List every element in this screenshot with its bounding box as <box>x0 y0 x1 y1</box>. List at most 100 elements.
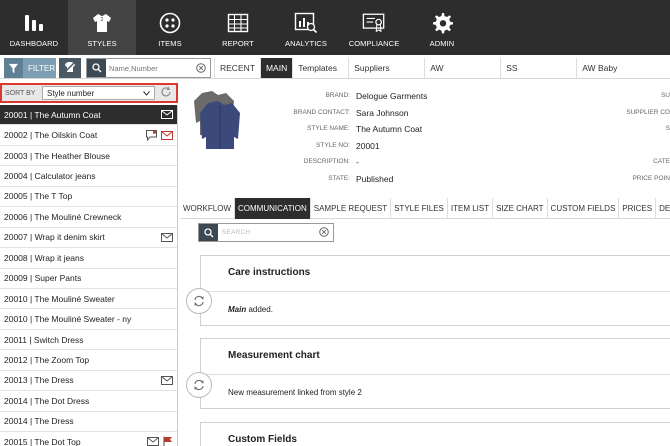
style-list-item[interactable]: 20011 | Switch Dress <box>0 330 177 351</box>
card-body: New measurement linked from style 2 <box>201 375 670 397</box>
tab-aw-baby[interactable]: AW Baby <box>576 58 622 78</box>
flag-icon[interactable] <box>163 436 173 446</box>
tab-recent[interactable]: RECENT <box>214 58 260 78</box>
style-status-icons <box>146 129 173 141</box>
field-row: DESCRIPTION: - <box>180 157 480 167</box>
card-title: Care instructions <box>201 256 670 292</box>
gear-icon <box>430 12 454 34</box>
field-value: 20001 <box>356 141 380 151</box>
refresh-icon[interactable] <box>160 86 172 100</box>
envelope-icon[interactable] <box>147 437 159 446</box>
nav-analytics[interactable]: ANALYTICS <box>272 0 340 55</box>
nav-items[interactable]: ITEMS <box>136 0 204 55</box>
style-list-item-label: 20005 | The T Top <box>4 191 73 202</box>
tab-size-chart[interactable]: SIZE CHART <box>493 198 548 219</box>
tab-style-files[interactable]: STYLE FILES <box>391 198 448 219</box>
card-body: Main added. <box>201 292 670 314</box>
funnel-icon <box>4 58 23 78</box>
shirt-icon: 2 <box>90 12 114 34</box>
style-status-icons <box>147 436 173 446</box>
nav-label: ANALYTICS <box>284 39 328 48</box>
nav-label: ITEMS <box>158 39 182 48</box>
field-label: STYLE NO: <box>316 142 350 149</box>
tab-desc[interactable]: DESC <box>656 198 670 219</box>
communication-search-input[interactable]: SEARCH <box>222 229 250 236</box>
clear-icon[interactable] <box>196 63 206 75</box>
field-value: Published <box>356 174 394 184</box>
sync-icon[interactable] <box>186 372 212 398</box>
style-list-item[interactable]: 20002 | The Oilskin Coat <box>0 125 177 146</box>
search-input[interactable] <box>106 63 192 73</box>
toolbar: FILTER RECENTMAINTemplatesSuppliersAWSSA… <box>0 58 670 79</box>
sort-select[interactable]: Style number <box>42 86 155 100</box>
card-body-text: New measurement linked from style 2 <box>228 388 362 397</box>
measurement-chart-card: Measurement chart New measurement linked… <box>200 338 670 409</box>
style-list-item-label: 20009 | Super Pants <box>4 273 82 284</box>
filter-button[interactable]: FILTER <box>4 58 56 78</box>
field-label: STYLE NAME: <box>307 125 350 132</box>
style-list-item[interactable]: 20014 | The Dress <box>0 412 177 432</box>
style-filter-button[interactable] <box>59 58 81 78</box>
nav-dashboard[interactable]: DASHBOARD <box>0 0 68 55</box>
nav-styles[interactable]: 2 STYLES <box>68 0 136 55</box>
envelope-icon[interactable] <box>161 375 173 385</box>
style-list-item[interactable]: 20015 | The Dot Top <box>0 432 177 446</box>
style-list-item[interactable]: 20009 | Super Pants <box>0 269 177 289</box>
tab-custom-fields[interactable]: CUSTOM FIELDS <box>548 198 620 219</box>
clear-icon[interactable] <box>319 227 329 239</box>
field-label: SU <box>660 92 670 99</box>
style-list-item-label: 20014 | The Dress <box>4 416 74 427</box>
style-list-item[interactable]: 20014 | The Dot Dress <box>0 391 177 412</box>
nav-report[interactable]: REPORT <box>204 0 272 55</box>
comment-icon[interactable] <box>146 129 157 141</box>
card-title: Custom Fields <box>228 434 297 445</box>
shirt-filter-icon <box>63 60 77 76</box>
table-icon <box>226 12 250 34</box>
tab-suppliers[interactable]: Suppliers <box>348 58 424 78</box>
style-detail: BRAND: Delogue Garments BRAND CONTACT: Sara… <box>180 83 670 446</box>
style-list-item[interactable]: 20007 | Wrap it denim skirt <box>0 228 177 249</box>
style-list-item-label: 20007 | Wrap it denim skirt <box>4 232 105 243</box>
tab-sample-request[interactable]: SAMPLE REQUEST <box>311 198 392 219</box>
field-row: BRAND CONTACT: Sara Johnson <box>180 108 480 118</box>
style-list-item[interactable]: 20010 | The Mouliné Sweater - ny <box>0 309 177 330</box>
style-list-item-label: 20013 | The Dress <box>4 375 74 386</box>
style-list-item[interactable]: 20003 | The Heather Blouse <box>0 146 177 167</box>
field-label: BRAND CONTACT: <box>293 109 350 116</box>
tab-ss[interactable]: SS <box>500 58 576 78</box>
communication-search: SEARCH <box>198 223 334 242</box>
style-list-item-label: 20004 | Calculator jeans <box>4 171 96 182</box>
envelope-red-icon[interactable] <box>161 130 173 140</box>
tab-templates[interactable]: Templates <box>292 58 348 78</box>
style-list-item[interactable]: 20012 | The Zoom Top <box>0 350 177 371</box>
tab-workflow[interactable]: WORKFLOW <box>180 198 235 219</box>
nav-compliance[interactable]: COMPLIANCE <box>340 0 408 55</box>
search-icon[interactable] <box>87 59 106 77</box>
tab-prices[interactable]: PRICES <box>619 198 657 219</box>
bar-chart-icon <box>22 12 46 34</box>
sync-icon[interactable] <box>186 288 212 314</box>
analytics-icon <box>294 12 318 34</box>
style-list-item-label: 20014 | The Dot Dress <box>4 395 90 406</box>
tab-item-list[interactable]: ITEM LIST <box>448 198 494 219</box>
svg-text:2: 2 <box>100 17 103 23</box>
style-list-item[interactable]: 20008 | Wrap it jeans <box>0 248 177 269</box>
style-list-item-label: 20011 | Switch Dress <box>4 334 84 345</box>
style-list-item[interactable]: 20006 | The Mouliné Crewneck <box>0 207 177 228</box>
search-icon[interactable] <box>199 224 218 241</box>
field-row: STATE: Published <box>180 174 480 184</box>
field-label: S <box>665 125 670 132</box>
style-list-item[interactable]: 20005 | The T Top <box>0 187 177 208</box>
envelope-icon[interactable] <box>161 232 173 242</box>
tab-main[interactable]: MAIN <box>259 58 293 78</box>
style-list-item[interactable]: 20001 | The Autumn Coat <box>0 105 177 126</box>
nav-admin[interactable]: ADMIN <box>408 0 476 55</box>
custom-fields-card: Custom Fields <box>200 422 670 446</box>
tab-aw[interactable]: AW <box>424 58 500 78</box>
envelope-icon[interactable] <box>161 110 173 120</box>
style-list-item[interactable]: 20013 | The Dress <box>0 371 177 392</box>
style-status-icons <box>161 110 173 120</box>
style-list-item[interactable]: 20010 | The Mouliné Sweater <box>0 289 177 310</box>
style-list-item[interactable]: 20004 | Calculator jeans <box>0 166 177 187</box>
tab-communication[interactable]: COMMUNICATION <box>235 198 311 219</box>
